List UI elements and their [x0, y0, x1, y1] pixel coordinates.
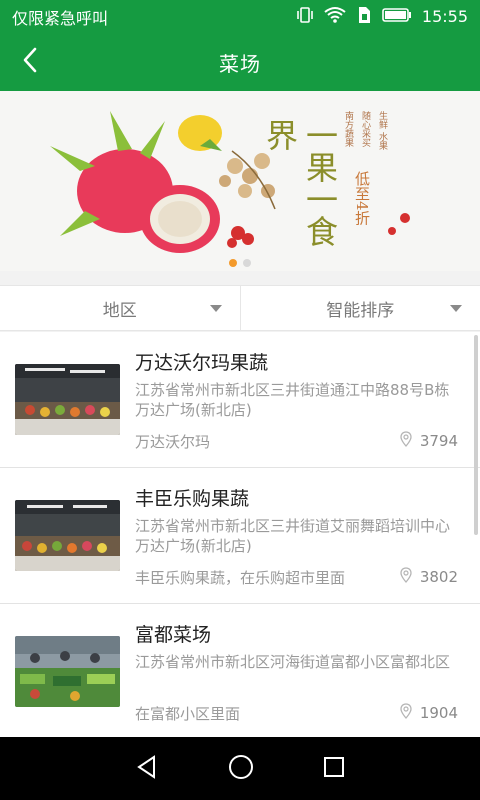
- dropdown-arrow-icon: [209, 305, 222, 312]
- battery-icon: [382, 7, 412, 27]
- banner-headline: 一果一食界: [261, 119, 339, 247]
- region-filter-dropdown[interactable]: 地区: [0, 286, 240, 330]
- pagination-dot[interactable]: [243, 259, 251, 267]
- market-address: 江苏省常州市新北区河海街道富都小区富都北区: [135, 653, 451, 671]
- market-address: 江苏省常州市新北区三井街道通江中路88号B栋万达广场(新北店): [135, 381, 450, 419]
- list-scrollbar[interactable]: [474, 335, 478, 535]
- distance-value: 3794: [419, 432, 458, 450]
- app-bar: 菜场: [0, 33, 480, 91]
- back-chevron-icon: [20, 46, 40, 78]
- clock-text: 15:55: [421, 7, 468, 26]
- wifi-icon: [324, 6, 346, 28]
- market-name: 丰臣乐购果蔬: [135, 488, 250, 510]
- dropdown-arrow-icon: [450, 305, 462, 312]
- status-bar: 仅限紧急呼叫 15:55: [0, 0, 480, 33]
- promo-banner[interactable]: 一果一食界 低至4折 生鲜 水果 随心采买 南方蔬果: [0, 91, 480, 271]
- back-button[interactable]: [10, 42, 50, 82]
- banner-small-line: 生鲜 水果: [377, 111, 387, 150]
- page-title: 菜场: [219, 51, 261, 76]
- market-thumbnail: [15, 364, 120, 435]
- location-pin-icon: [400, 703, 412, 723]
- vibrate-icon: [296, 6, 314, 28]
- carrier-text: 仅限紧急呼叫: [12, 8, 109, 28]
- banner-pagination: [0, 259, 480, 267]
- market-list-item[interactable]: 富都菜场 江苏省常州市新北区河海街道富都小区富都北区 在富都小区里面 1904: [0, 604, 480, 737]
- market-note: 万达沃尔玛: [135, 433, 211, 451]
- market-thumbnail: [15, 500, 120, 571]
- market-distance: 3802: [400, 567, 458, 587]
- region-filter-label: 地区: [102, 300, 137, 321]
- market-thumbnail: [15, 636, 120, 707]
- system-nav-bar: [0, 737, 480, 800]
- market-list-item[interactable]: 万达沃尔玛果蔬 江苏省常州市新北区三井街道通江中路88号B栋万达广场(新北店) …: [0, 332, 480, 468]
- market-name: 万达沃尔玛果蔬: [135, 352, 269, 374]
- filter-bar: 地区 智能排序: [0, 285, 480, 331]
- banner-small-line: 南方蔬果: [343, 111, 353, 147]
- sim-icon: [356, 6, 372, 28]
- market-list-item[interactable]: 丰臣乐购果蔬 江苏省常州市新北区三井街道艾丽舞蹈培训中心万达广场(新北店) 丰臣…: [0, 468, 480, 604]
- sort-filter-dropdown[interactable]: 智能排序: [239, 286, 480, 330]
- market-name: 富都菜场: [135, 624, 212, 646]
- home-circle-icon[interactable]: [227, 753, 255, 785]
- sort-filter-label: 智能排序: [326, 300, 395, 321]
- pagination-dot-active[interactable]: [229, 259, 237, 267]
- market-address: 江苏省常州市新北区三井街道艾丽舞蹈培训中心万达广场(新北店): [135, 517, 451, 555]
- distance-value: 3802: [419, 568, 458, 586]
- location-pin-icon: [400, 567, 412, 587]
- recents-square-icon[interactable]: [322, 755, 346, 783]
- banner-small-line: 随心采买: [360, 111, 370, 147]
- market-list: 万达沃尔玛果蔬 江苏省常州市新北区三井街道通江中路88号B栋万达广场(新北店) …: [0, 332, 480, 737]
- distance-value: 1904: [419, 704, 458, 722]
- market-note: 在富都小区里面: [135, 705, 241, 723]
- banner-artwork: [50, 111, 410, 253]
- back-triangle-icon[interactable]: [134, 754, 160, 784]
- market-distance: 1904: [400, 703, 458, 723]
- location-pin-icon: [400, 431, 412, 451]
- banner-promo: 低至4折: [353, 171, 371, 226]
- market-note: 丰臣乐购果蔬，在乐购超市里面: [135, 569, 346, 587]
- market-distance: 3794: [400, 431, 458, 451]
